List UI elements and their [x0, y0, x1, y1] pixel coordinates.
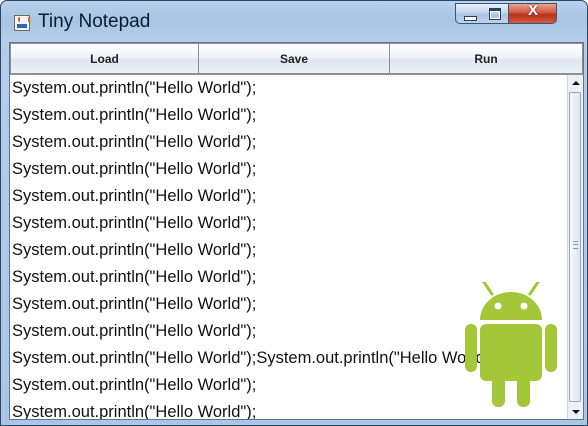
save-button[interactable]: Save: [199, 43, 390, 74]
close-icon: X: [527, 2, 538, 19]
maximize-button[interactable]: [482, 3, 509, 24]
run-button[interactable]: Run: [390, 43, 583, 74]
editor-line: System.out.println("Hello World");: [12, 187, 257, 205]
editor-line: System.out.println("Hello World");: [12, 214, 257, 232]
editor-line: System.out.println("Hello World");: [12, 79, 257, 97]
scrollbar-grip-icon: [573, 241, 578, 249]
scroll-down-arrow-icon[interactable]: [568, 404, 583, 419]
title-bar[interactable]: Tiny Notepad X: [1, 1, 587, 41]
editor-line: System.out.println("Hello World");: [12, 160, 257, 178]
minimize-icon: [464, 16, 477, 21]
android-robot-icon: [465, 282, 557, 407]
scroll-up-arrow-icon[interactable]: [568, 75, 583, 91]
editor-line: System.out.println("Hello World");: [12, 133, 257, 151]
scrollbar-thumb[interactable]: [569, 92, 581, 402]
load-button[interactable]: Load: [10, 43, 199, 74]
vertical-scrollbar[interactable]: [567, 75, 583, 419]
editor-line: System.out.println("Hello World");: [12, 106, 257, 124]
maximize-icon: [489, 8, 501, 20]
toolbar: Load Save Run: [10, 43, 583, 74]
window-title: Tiny Notepad: [38, 11, 151, 32]
close-button[interactable]: X: [508, 2, 557, 24]
minimize-button[interactable]: [455, 3, 483, 24]
editor-line: System.out.println("Hello World");: [12, 241, 257, 259]
java-cup-icon[interactable]: [14, 15, 30, 31]
